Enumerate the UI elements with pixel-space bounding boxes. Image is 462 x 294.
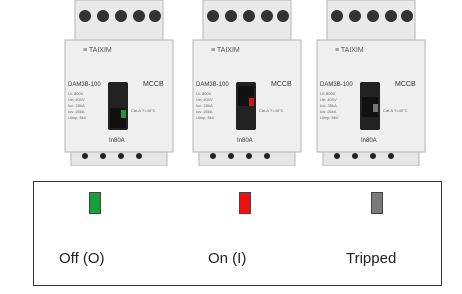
tripped-label: Tripped <box>346 250 397 267</box>
breaker-spec-4: Uimp: 8kV <box>320 115 339 120</box>
breaker-spec-1: Ue: 400V <box>320 97 337 102</box>
breaker-indicator <box>373 104 378 112</box>
breaker-on: ≡ TAIXIM DAM3B-100 MCCB Ui: 800V Ue: 400… <box>191 0 303 167</box>
breaker-spec-0: Ui: 800V <box>320 91 336 96</box>
breaker-on-body: ≡ TAIXIM DAM3B-100 MCCB Ui: 800V Ue: 400… <box>192 0 302 167</box>
on-swatch <box>239 192 251 214</box>
breaker-spec-0: Ui: 800V <box>196 91 212 96</box>
breaker-spec-4: Uimp: 8kV <box>196 115 215 120</box>
off-swatch <box>89 192 101 214</box>
breaker-rating: In80A <box>237 138 253 144</box>
state-legend: Off (O) On (I) Tripped <box>33 181 442 286</box>
breaker-spec-3: Ics: 25kA <box>196 109 213 114</box>
breaker-spec-1: Ue: 400V <box>196 97 213 102</box>
breaker-spec-2: Icu: 35kA <box>320 103 337 108</box>
breaker-model: DAM3B-100 <box>320 82 353 88</box>
breaker-off: ≡ TAIXIM DAM3B-100 MCCB Ui: 800V Ue: 400… <box>63 0 175 167</box>
breaker-model: DAM3B-100 <box>68 82 101 88</box>
breaker-spec-3: Ics: 25kA <box>68 109 85 114</box>
breaker-indicator <box>249 98 254 106</box>
breaker-type: MCCB <box>271 81 292 88</box>
breaker-tripped: ≡ TAIXIM DAM3B-100 MCCB Ui: 800V Ue: 400… <box>315 0 427 167</box>
on-label: On (I) <box>208 250 247 267</box>
breaker-spec-3: Ics: 25kA <box>320 109 337 114</box>
breaker-rating: In80A <box>361 138 377 144</box>
breaker-model: DAM3B-100 <box>196 82 229 88</box>
breaker-brand: ≡ TAIXIM <box>83 47 112 54</box>
breaker-off-body: ≡ TAIXIM DAM3B-100 MCCB Ui: 800V Ue: 400… <box>64 0 174 167</box>
breaker-spec-1: Ue: 400V <box>68 97 85 102</box>
breaker-standard: Cat.A T=40°C <box>259 108 284 113</box>
breaker-type: MCCB <box>143 81 164 88</box>
breaker-type: MCCB <box>395 81 416 88</box>
breaker-standard: Cat.A T=40°C <box>131 108 156 113</box>
tripped-swatch <box>371 192 383 214</box>
breaker-rating: In80A <box>109 138 125 144</box>
breaker-brand: ≡ TAIXIM <box>211 47 240 54</box>
breaker-tripped-body: ≡ TAIXIM DAM3B-100 MCCB Ui: 800V Ue: 400… <box>316 0 426 167</box>
breaker-spec-0: Ui: 800V <box>68 91 84 96</box>
breaker-indicator <box>121 110 126 118</box>
breaker-spec-2: Icu: 35kA <box>68 103 85 108</box>
breaker-standard: Cat.A T=40°C <box>383 108 408 113</box>
breaker-brand: ≡ TAIXIM <box>335 47 364 54</box>
off-label: Off (O) <box>59 250 105 267</box>
breaker-spec-4: Uimp: 8kV <box>68 115 87 120</box>
breaker-spec-2: Icu: 35kA <box>196 103 213 108</box>
